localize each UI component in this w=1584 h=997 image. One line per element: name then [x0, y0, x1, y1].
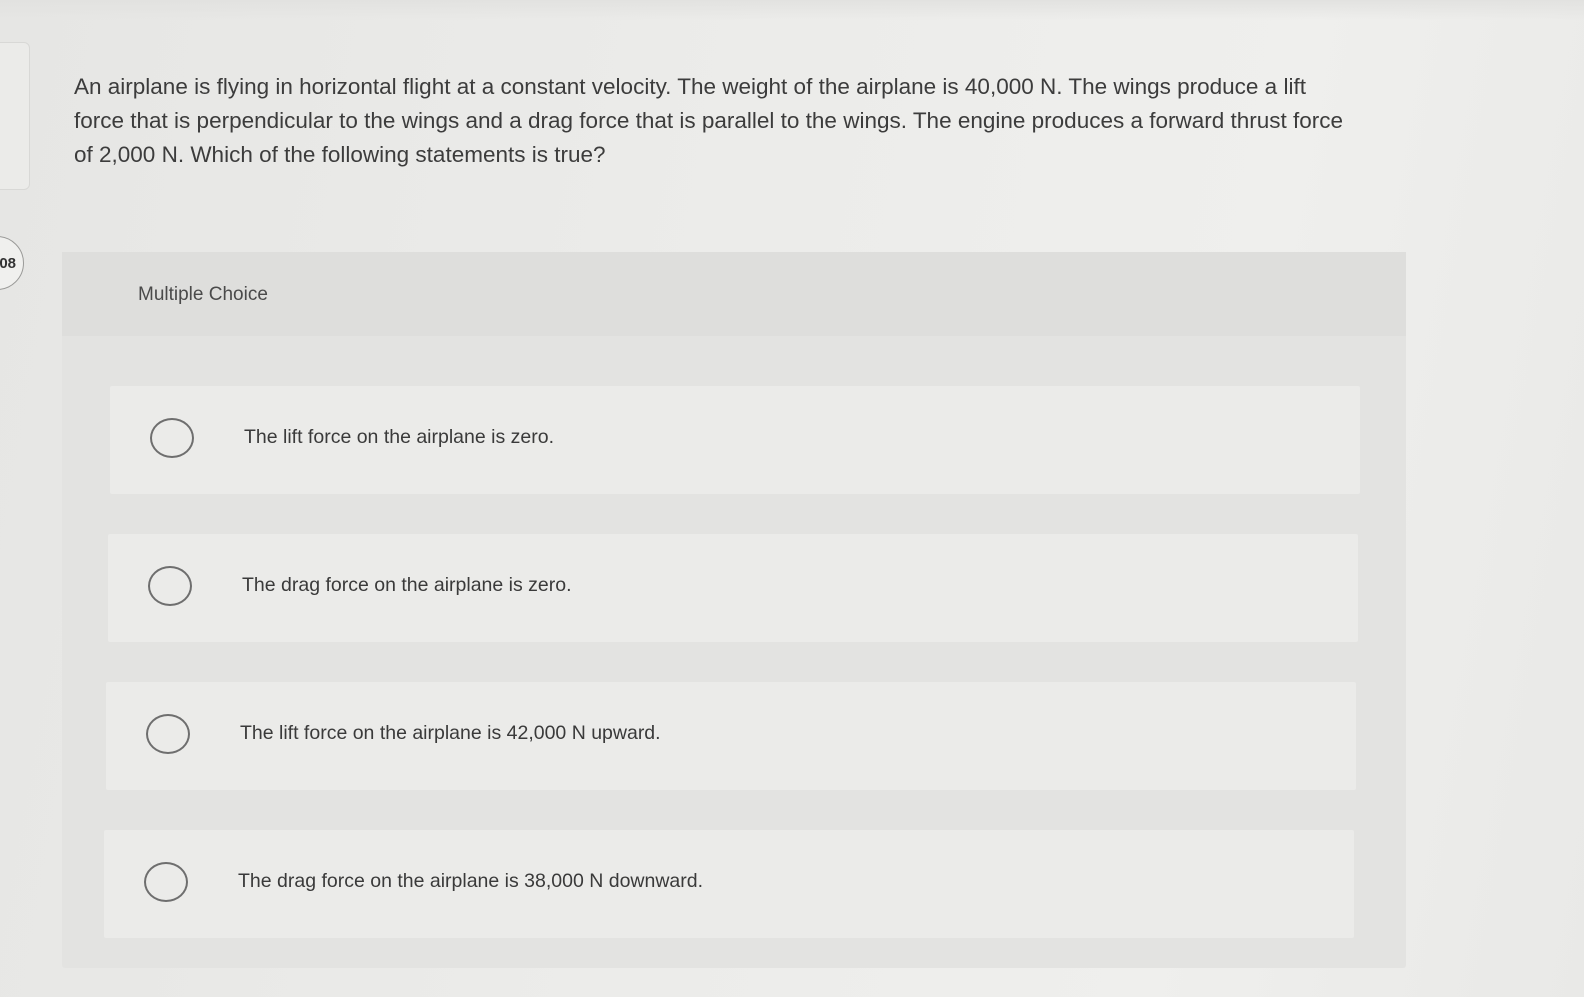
answer-option-4[interactable]: The drag force on the airplane is 38,000…	[104, 830, 1354, 938]
answer-option-text: The drag force on the airplane is 38,000…	[238, 870, 704, 892]
answer-option-text: The drag force on the airplane is zero.	[242, 574, 572, 596]
question-text: An airplane is flying in horizontal flig…	[74, 74, 1344, 167]
radio-button-4[interactable]	[144, 862, 188, 902]
multiple-choice-header: Multiple Choice	[62, 252, 1406, 336]
radio-button-2[interactable]	[148, 566, 192, 606]
left-side-panel	[0, 42, 30, 190]
top-edge-shadow	[0, 0, 1584, 20]
radio-button-3[interactable]	[146, 714, 190, 754]
question-number-badge[interactable]: 08	[0, 236, 24, 290]
multiple-choice-panel: Multiple Choice The lift force on the ai…	[62, 252, 1406, 968]
answer-option-2[interactable]: The drag force on the airplane is zero.	[108, 534, 1358, 642]
answer-option-3[interactable]: The lift force on the airplane is 42,000…	[106, 682, 1356, 790]
answer-option-text: The lift force on the airplane is 42,000…	[240, 722, 661, 744]
multiple-choice-label: Multiple Choice	[138, 284, 268, 305]
answer-option-text: The lift force on the airplane is zero.	[244, 426, 554, 448]
radio-button-1[interactable]	[150, 418, 194, 458]
question-number: 08	[0, 254, 16, 272]
answer-option-1[interactable]: The lift force on the airplane is zero.	[110, 386, 1360, 494]
